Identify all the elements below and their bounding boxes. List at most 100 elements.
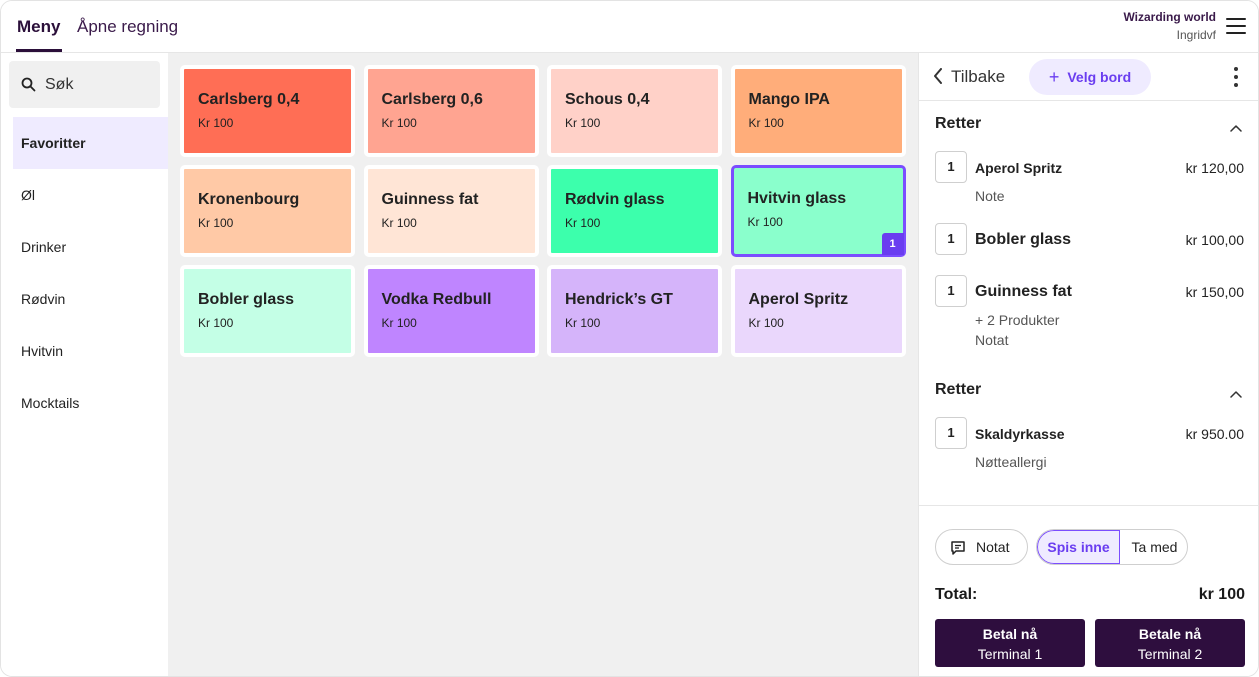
pay-terminal-1-button[interactable]: Betal nå Terminal 1 [935, 619, 1085, 667]
order-panel: Tilbake + Velg bord Retter 1 Aperol Spritz k… [918, 53, 1258, 676]
quantity-box[interactable]: 1 [935, 223, 967, 255]
search-icon [21, 77, 36, 92]
select-table-label: Velg bord [1067, 69, 1132, 85]
order-item-note: Notat [975, 332, 1009, 348]
product-name: Carlsberg 0,4 [198, 91, 300, 108]
product-price: Kr 100 [748, 316, 784, 330]
note-button[interactable]: Notat [935, 529, 1028, 565]
pay-terminal-2-button[interactable]: Betale nå Terminal 2 [1095, 619, 1245, 667]
sidebar-item-mocktails[interactable]: Mocktails [13, 377, 168, 429]
product-tile[interactable]: Hvitvin glass Kr 100 1 [730, 165, 906, 257]
pay-button-title: Betale nå [1138, 626, 1202, 642]
chevron-up-icon[interactable] [1230, 119, 1242, 137]
plus-icon: + [1048, 67, 1060, 87]
quantity-box[interactable]: 1 [935, 151, 967, 183]
product-tile[interactable]: Bobler glass Kr 100 [180, 265, 355, 357]
product-price: Kr 100 [565, 316, 601, 330]
note-button-label: Notat [976, 539, 1010, 555]
product-price: Kr 100 [198, 216, 234, 230]
order-footer: Notat Spis inne Ta med Total: kr 100 Bet… [919, 505, 1258, 676]
order-item-price: kr 150,00 [1185, 284, 1244, 300]
order-item-note: Nøtteallergi [975, 454, 1047, 470]
product-price: Kr 100 [565, 216, 601, 230]
product-name: Hvitvin glass [747, 190, 847, 207]
product-grid: Carlsberg 0,4 Kr 100 Carlsberg 0,6 Kr 100 Sc… [168, 53, 918, 676]
pay-button-terminal: Terminal 1 [977, 646, 1043, 662]
top-bar: Meny Åpne regning Wizarding world Ingrid… [1, 1, 1258, 53]
quantity-box[interactable]: 1 [935, 417, 967, 449]
app-window: Meny Åpne regning Wizarding world Ingrid… [0, 0, 1259, 677]
product-tile[interactable]: Carlsberg 0,6 Kr 100 [363, 65, 539, 157]
search-box[interactable] [9, 61, 160, 108]
product-price: Kr 100 [198, 316, 234, 330]
product-price: Kr 100 [381, 216, 417, 230]
product-tile[interactable]: Mango IPA Kr 100 [730, 65, 906, 157]
chevron-left-icon [934, 68, 942, 84]
account-info: Wizarding world Ingridvf [1123, 10, 1216, 42]
dining-mode-toggle: Spis inne Ta med [1036, 529, 1188, 565]
product-price: Kr 100 [381, 116, 417, 130]
order-item-price: kr 120,00 [1185, 160, 1244, 176]
product-tile[interactable]: Hendrick’s GT Kr 100 [547, 265, 722, 357]
product-price: Kr 100 [565, 116, 601, 130]
select-table-button[interactable]: + Velg bord [1029, 59, 1151, 95]
product-name: Kronenbourg [198, 191, 300, 208]
product-price: Kr 100 [748, 116, 784, 130]
back-label: Tilbake [951, 67, 1006, 86]
total-label: Total: [935, 586, 978, 603]
hamburger-icon[interactable] [1226, 18, 1246, 34]
order-item-name: Guinness fat [975, 283, 1072, 300]
tab-meny[interactable]: Meny [17, 17, 60, 37]
product-price: Kr 100 [198, 116, 234, 130]
section-title: Retter [935, 381, 982, 398]
product-tile[interactable]: Schous 0,4 Kr 100 [547, 65, 722, 157]
sidebar-item-favoritter[interactable]: Favoritter [13, 117, 168, 169]
back-button[interactable]: Tilbake [933, 67, 1005, 87]
product-tile[interactable]: Aperol Spritz Kr 100 [730, 265, 906, 357]
order-item-name: Bobler glass [975, 231, 1072, 248]
product-tile[interactable]: Guinness fat Kr 100 [363, 165, 539, 257]
product-tile[interactable]: Rødvin glass Kr 100 [547, 165, 722, 257]
product-name: Mango IPA [748, 91, 830, 108]
product-tile[interactable]: Kronenbourg Kr 100 [180, 165, 355, 257]
pay-button-terminal: Terminal 2 [1137, 646, 1203, 662]
order-item-price: kr 100,00 [1185, 232, 1244, 248]
more-options-icon[interactable] [1233, 67, 1239, 87]
chevron-up-icon[interactable] [1230, 385, 1242, 403]
product-name: Hendrick’s GT [565, 291, 673, 308]
product-tile[interactable]: Vodka Redbull Kr 100 [363, 265, 539, 357]
quantity-box[interactable]: 1 [935, 275, 967, 307]
order-item-price: kr 950.00 [1185, 426, 1244, 442]
sidebar-item-hvitvin[interactable]: Hvitvin [13, 325, 168, 377]
product-name: Guinness fat [381, 191, 479, 208]
dine-in-option[interactable]: Spis inne [1037, 530, 1120, 564]
order-item-note: Note [975, 188, 1005, 204]
order-item-name: Aperol Spritz [975, 160, 1063, 176]
product-name: Carlsberg 0,6 [381, 91, 483, 108]
comment-icon [951, 541, 965, 555]
order-item-note: + 2 Produkter [975, 312, 1060, 328]
organization-name: Wizarding world [1123, 10, 1216, 24]
pay-button-title: Betal nå [982, 626, 1038, 642]
tab-apne-regning[interactable]: Åpne regning [77, 17, 178, 37]
product-name: Aperol Spritz [748, 291, 849, 308]
user-name: Ingridvf [1176, 28, 1216, 42]
take-away-option[interactable]: Ta med [1120, 530, 1187, 564]
product-price: Kr 100 [381, 316, 417, 330]
sidebar-item-l[interactable]: Øl [13, 169, 168, 221]
category-sidebar: FavoritterØlDrinkerRødvinHvitvinMocktail… [1, 53, 168, 676]
product-tile[interactable]: Carlsberg 0,4 Kr 100 [180, 65, 355, 157]
active-tab-indicator [16, 49, 62, 52]
product-name: Vodka Redbull [381, 291, 492, 308]
sidebar-item-r-dvin[interactable]: Rødvin [13, 273, 168, 325]
search-input[interactable] [45, 73, 155, 97]
section-title: Retter [935, 115, 982, 132]
product-name: Schous 0,4 [565, 91, 650, 108]
product-name: Rødvin glass [565, 191, 665, 208]
quantity-badge: 1 [881, 233, 904, 255]
product-price: Kr 100 [747, 215, 783, 229]
product-name: Bobler glass [198, 291, 295, 308]
total-amount: kr 100 [1198, 586, 1245, 603]
sidebar-item-drinker[interactable]: Drinker [13, 221, 168, 273]
order-item-name: Skaldyrkasse [975, 426, 1065, 442]
